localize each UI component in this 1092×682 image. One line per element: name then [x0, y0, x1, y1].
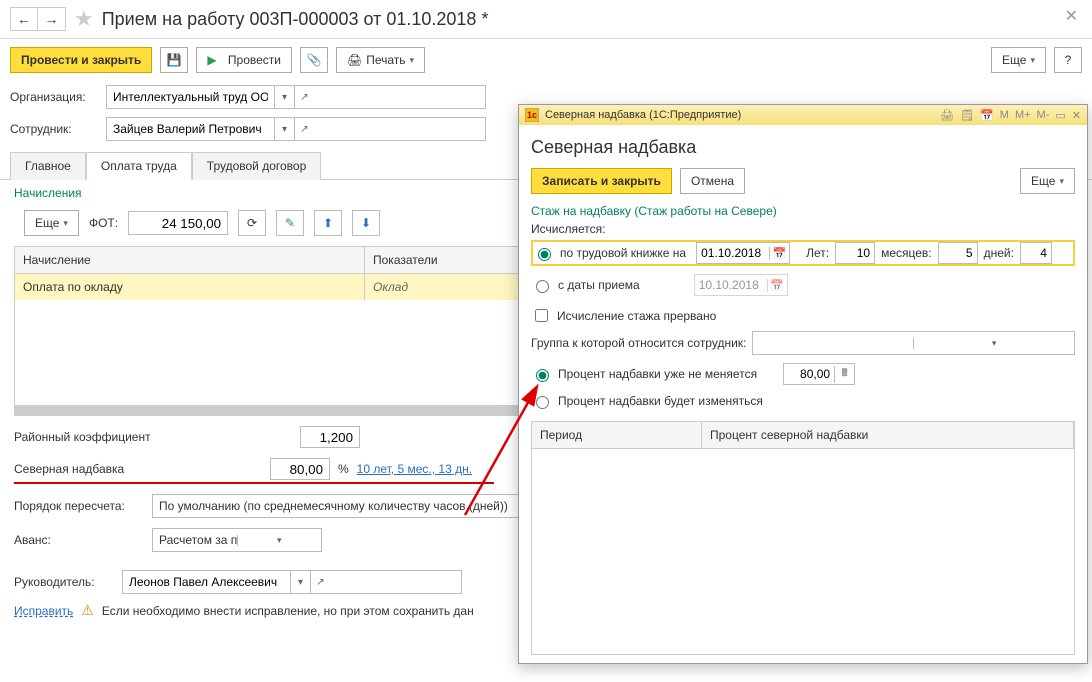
- close-icon[interactable]: ✕: [1065, 6, 1078, 26]
- dlg-calendar-icon[interactable]: 📅: [980, 109, 994, 122]
- ruk-open-icon[interactable]: ↗: [310, 571, 330, 593]
- warning-icon: ⚠: [81, 602, 94, 619]
- ruk-input[interactable]: [123, 571, 290, 593]
- months-label: месяцев:: [881, 246, 932, 260]
- dlg-m-icon[interactable]: M: [1000, 109, 1009, 122]
- ruk-label: Руководитель:: [14, 575, 114, 589]
- back-button[interactable]: ←: [10, 7, 38, 31]
- dlg-calc-icon[interactable]: 🗒: [960, 109, 974, 122]
- dlg-cancel-button[interactable]: Отмена: [680, 168, 745, 194]
- recalc-label: Порядок пересчета:: [14, 499, 144, 513]
- forward-button[interactable]: →: [38, 7, 66, 31]
- accrual-cell: Оплата по окладу: [15, 274, 365, 300]
- dlg-save-close-button[interactable]: Записать и закрыть: [531, 168, 672, 194]
- years-label: Лет:: [806, 246, 829, 260]
- organization-label: Организация:: [10, 90, 98, 104]
- group-label: Группа к которой относится сотрудник:: [531, 336, 746, 350]
- chk-interrupted[interactable]: [535, 309, 548, 322]
- radio-from-hire[interactable]: [536, 280, 549, 293]
- move-up-button[interactable]: ⬆: [314, 210, 342, 236]
- radio-by-book[interactable]: [538, 248, 551, 261]
- percent-fixed-input[interactable]: [784, 367, 834, 381]
- tab-main[interactable]: Главное: [10, 152, 86, 180]
- months-input[interactable]: [938, 242, 978, 264]
- calendar-icon: 📅: [767, 279, 787, 292]
- dlg-mplus-icon[interactable]: M+: [1015, 109, 1031, 122]
- years-input[interactable]: [835, 242, 875, 264]
- percent-header[interactable]: Процент северной надбавки: [702, 422, 1074, 448]
- dlg-close-icon[interactable]: ✕: [1072, 109, 1081, 122]
- employee-label: Сотрудник:: [10, 122, 98, 136]
- organization-input[interactable]: [107, 86, 274, 108]
- save-button[interactable]: 💾: [160, 47, 188, 73]
- sever-detail-link[interactable]: 10 лет, 5 мес., 13 дн.: [357, 462, 472, 476]
- attach-button[interactable]: 📎: [300, 47, 328, 73]
- page-title: Прием на работу 003П-000003 от 01.10.201…: [102, 9, 489, 30]
- radio-from-hire-label: с даты приема: [558, 278, 640, 292]
- avans-label: Аванс:: [14, 533, 144, 547]
- more-button[interactable]: Еще: [991, 47, 1046, 73]
- radio-by-book-label: по трудовой книжке на: [560, 246, 686, 260]
- employee-input[interactable]: [107, 118, 274, 140]
- help-button[interactable]: ?: [1054, 47, 1082, 73]
- recalc-value[interactable]: По умолчанию (по среднемесячному количес…: [153, 499, 521, 513]
- accruals-more-button[interactable]: Еще: [24, 210, 79, 236]
- raion-input[interactable]: [300, 426, 360, 448]
- days-input[interactable]: [1020, 242, 1052, 264]
- radio-percent-changes-label: Процент надбавки будет изменяться: [558, 394, 763, 408]
- percent-label: %: [338, 462, 349, 476]
- post-button[interactable]: ▶ Провести: [196, 47, 292, 73]
- move-down-button[interactable]: ⬇: [352, 210, 380, 236]
- book-date-input[interactable]: [697, 246, 769, 260]
- post-and-close-button[interactable]: Провести и закрыть: [10, 47, 152, 73]
- ruk-dropdown-icon[interactable]: ▾: [290, 571, 310, 593]
- raion-label: Районный коэффициент: [14, 430, 164, 444]
- days-label: дней:: [984, 246, 1014, 260]
- calculator-icon[interactable]: 🖩: [834, 366, 854, 383]
- emp-dropdown-icon[interactable]: ▾: [274, 118, 294, 140]
- dlg-more-button[interactable]: Еще: [1020, 168, 1075, 194]
- refresh-button[interactable]: ⟳: [238, 210, 266, 236]
- chk-interrupted-label: Исчисление стажа прервано: [557, 309, 716, 323]
- calendar-icon[interactable]: 📅: [769, 247, 789, 260]
- dlg-print-icon[interactable]: 🖨: [940, 109, 954, 122]
- org-open-icon[interactable]: ↗: [294, 86, 314, 108]
- edit-button[interactable]: ✎: [276, 210, 304, 236]
- dialog-title: Северная надбавка: [531, 137, 1075, 158]
- radio-percent-changes[interactable]: [536, 396, 549, 409]
- fot-label: ФОТ:: [89, 216, 118, 230]
- tab-pay[interactable]: Оплата труда: [86, 152, 192, 180]
- group-dropdown-icon[interactable]: ▾: [913, 338, 1074, 349]
- fix-link[interactable]: Исправить: [14, 604, 73, 618]
- print-button[interactable]: 🖨 Печать: [336, 47, 425, 73]
- calc-label: Исчисляется:: [531, 222, 1075, 236]
- org-dropdown-icon[interactable]: ▾: [274, 86, 294, 108]
- favorite-star-icon[interactable]: ★: [74, 6, 94, 32]
- sever-input[interactable]: [270, 458, 330, 480]
- period-header[interactable]: Период: [532, 422, 702, 448]
- dlg-minimize-icon[interactable]: ▭: [1055, 109, 1065, 122]
- radio-percent-fixed[interactable]: [536, 369, 549, 382]
- sever-label: Северная надбавка: [14, 462, 164, 476]
- emp-open-icon[interactable]: ↗: [294, 118, 314, 140]
- north-bonus-dialog: 1c Северная надбавка (1С:Предприятие) 🖨 …: [518, 104, 1088, 664]
- percent-grid: Период Процент северной надбавки: [531, 421, 1075, 655]
- dlg-mminus-icon[interactable]: M-: [1037, 109, 1050, 122]
- dlg-stage-link[interactable]: Стаж на надбавку (Стаж работы на Севере): [531, 204, 1075, 218]
- avans-dropdown-icon[interactable]: ▾: [237, 535, 322, 546]
- radio-percent-fixed-label: Процент надбавки уже не меняется: [558, 367, 757, 381]
- app-logo-icon: 1c: [525, 108, 539, 122]
- col-accrual-header[interactable]: Начисление: [15, 247, 365, 273]
- fix-text: Если необходимо внести исправление, но п…: [102, 604, 474, 618]
- fot-input[interactable]: [128, 211, 228, 235]
- dialog-wintitle: Северная надбавка (1С:Предприятие): [545, 109, 741, 121]
- hire-date-input: [695, 278, 767, 292]
- tab-contract[interactable]: Трудовой договор: [192, 152, 321, 180]
- avans-value[interactable]: Расчетом за первую половину месяца: [153, 533, 237, 547]
